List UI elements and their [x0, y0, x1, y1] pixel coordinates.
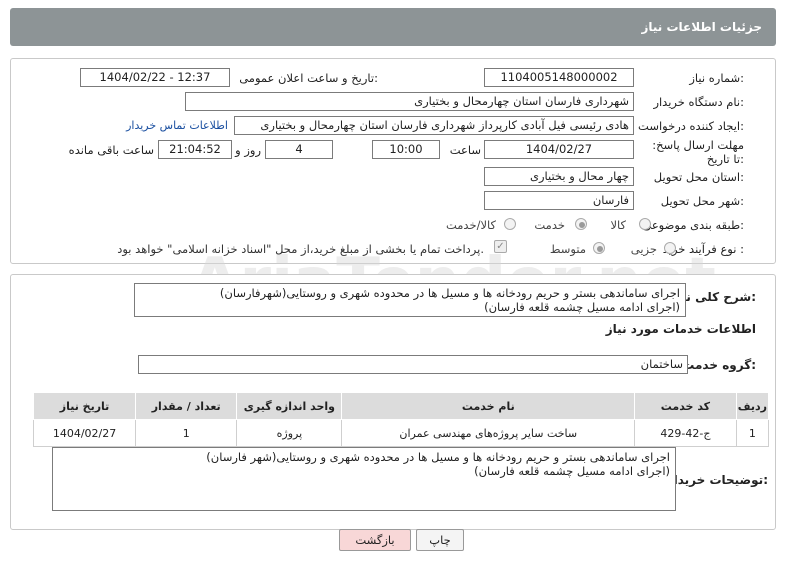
table-header-row: ردیف کد خدمت نام خدمت واحد اندازه گیری ت…: [32, 392, 770, 420]
cell-row: 1: [735, 419, 770, 447]
city-label: شهر محل تحویل:: [660, 194, 744, 208]
hour-label: ساعت: [449, 143, 481, 157]
col-date: تاریخ نیاز: [32, 392, 137, 420]
creator-label: ایجاد کننده درخواست:: [638, 119, 744, 133]
buyer-notes-line-2: (اجرای ادامه مسیل چشمه قلعه فارسان): [474, 464, 670, 478]
table-row: 1 ج-42-429 ساخت سایر پروژه‌های مهندسی عم…: [32, 419, 770, 447]
contact-info-link[interactable]: اطلاعات تماس خریدار: [126, 119, 228, 132]
buyer-org-field[interactable]: شهرداری فارسان استان چهارمحال و بختیاری: [185, 92, 634, 111]
description-line-2: (اجرای ادامه مسیل چشمه قلعه فارسان): [484, 300, 680, 314]
buyer-notes-label: توضیحات خریدار:: [666, 473, 768, 487]
print-button[interactable]: چاپ: [416, 529, 464, 551]
category-option-goods-service: کالا/خدمت: [445, 218, 496, 232]
need-number-label: شماره نیاز:: [689, 71, 744, 85]
col-name: نام خدمت: [341, 392, 636, 420]
services-table: ردیف کد خدمت نام خدمت واحد اندازه گیری ت…: [32, 392, 770, 447]
buyer-notes-line-1: اجرای ساماندهی بستر و حریم رودخانه ها و …: [206, 450, 670, 464]
need-number-field[interactable]: 1104005148000002: [484, 68, 634, 87]
col-unit: واحد اندازه گیری: [236, 392, 343, 420]
page-header: جزئیات اطلاعات نیاز: [10, 8, 776, 46]
cell-name: ساخت سایر پروژه‌های مهندسی عمران: [341, 419, 636, 447]
services-section-title: اطلاعات خدمات مورد نیاز: [605, 322, 756, 336]
cell-quantity: 1: [135, 419, 238, 447]
category-radio-goods[interactable]: [639, 218, 651, 230]
deadline-label: مهلت ارسال پاسخ: تا تاریخ:: [652, 138, 744, 166]
deadline-hour-field[interactable]: 10:00: [372, 140, 440, 159]
city-field[interactable]: فارسان: [484, 191, 634, 210]
col-row: ردیف: [735, 392, 770, 420]
days-label: روز و: [235, 143, 261, 157]
cell-unit: پروژه: [236, 419, 343, 447]
process-radio-minor[interactable]: [664, 242, 676, 254]
col-quantity: تعداد / مقدار: [135, 392, 238, 420]
process-radio-medium[interactable]: [593, 242, 605, 254]
service-group-field[interactable]: ساختمان: [138, 355, 688, 374]
payment-checkbox[interactable]: ✓: [494, 240, 507, 253]
process-option-medium: متوسط: [549, 242, 586, 256]
back-button[interactable]: بازگشت: [339, 529, 411, 551]
remaining-time-field[interactable]: 21:04:52: [158, 140, 232, 159]
cell-date: 1404/02/27: [32, 419, 137, 447]
buyer-notes-textarea[interactable]: اجرای ساماندهی بستر و حریم رودخانه ها و …: [52, 447, 676, 511]
announce-label: تاریخ و ساعت اعلان عمومی:: [239, 71, 378, 85]
buyer-org-label: نام دستگاه خریدار:: [653, 95, 744, 109]
category-option-goods: کالا: [610, 218, 626, 232]
process-option-minor: جزیی: [630, 242, 657, 256]
category-radio-goods-service[interactable]: [504, 218, 516, 230]
deadline-date-field[interactable]: 1404/02/27: [484, 140, 634, 159]
province-field[interactable]: چهار محال و بختیاری: [484, 167, 634, 186]
announce-field[interactable]: 1404/02/22 - 12:37: [80, 68, 230, 87]
category-option-service: خدمت: [534, 218, 565, 232]
days-field[interactable]: 4: [265, 140, 333, 159]
category-radio-service[interactable]: [575, 218, 587, 230]
description-textarea[interactable]: اجرای ساماندهی بستر و حریم رودخانه ها و …: [134, 283, 686, 317]
service-group-label: گروه خدمت:: [682, 358, 756, 372]
page-title: جزئیات اطلاعات نیاز: [641, 20, 762, 34]
cell-code: ج-42-429: [634, 419, 737, 447]
province-label: استان محل تحویل:: [653, 170, 744, 184]
description-line-1: اجرای ساماندهی بستر و حریم رودخانه ها و …: [219, 286, 680, 300]
remaining-label: ساعت باقی مانده: [68, 143, 154, 157]
payment-note: پرداخت تمام یا بخشی از مبلغ خرید،از محل …: [117, 242, 484, 256]
col-code: کد خدمت: [634, 392, 737, 420]
category-label: طبقه بندی موضوعی:: [642, 218, 744, 232]
creator-field[interactable]: هادی رئیسی فیل آبادی کارپرداز شهرداری فا…: [234, 116, 634, 135]
